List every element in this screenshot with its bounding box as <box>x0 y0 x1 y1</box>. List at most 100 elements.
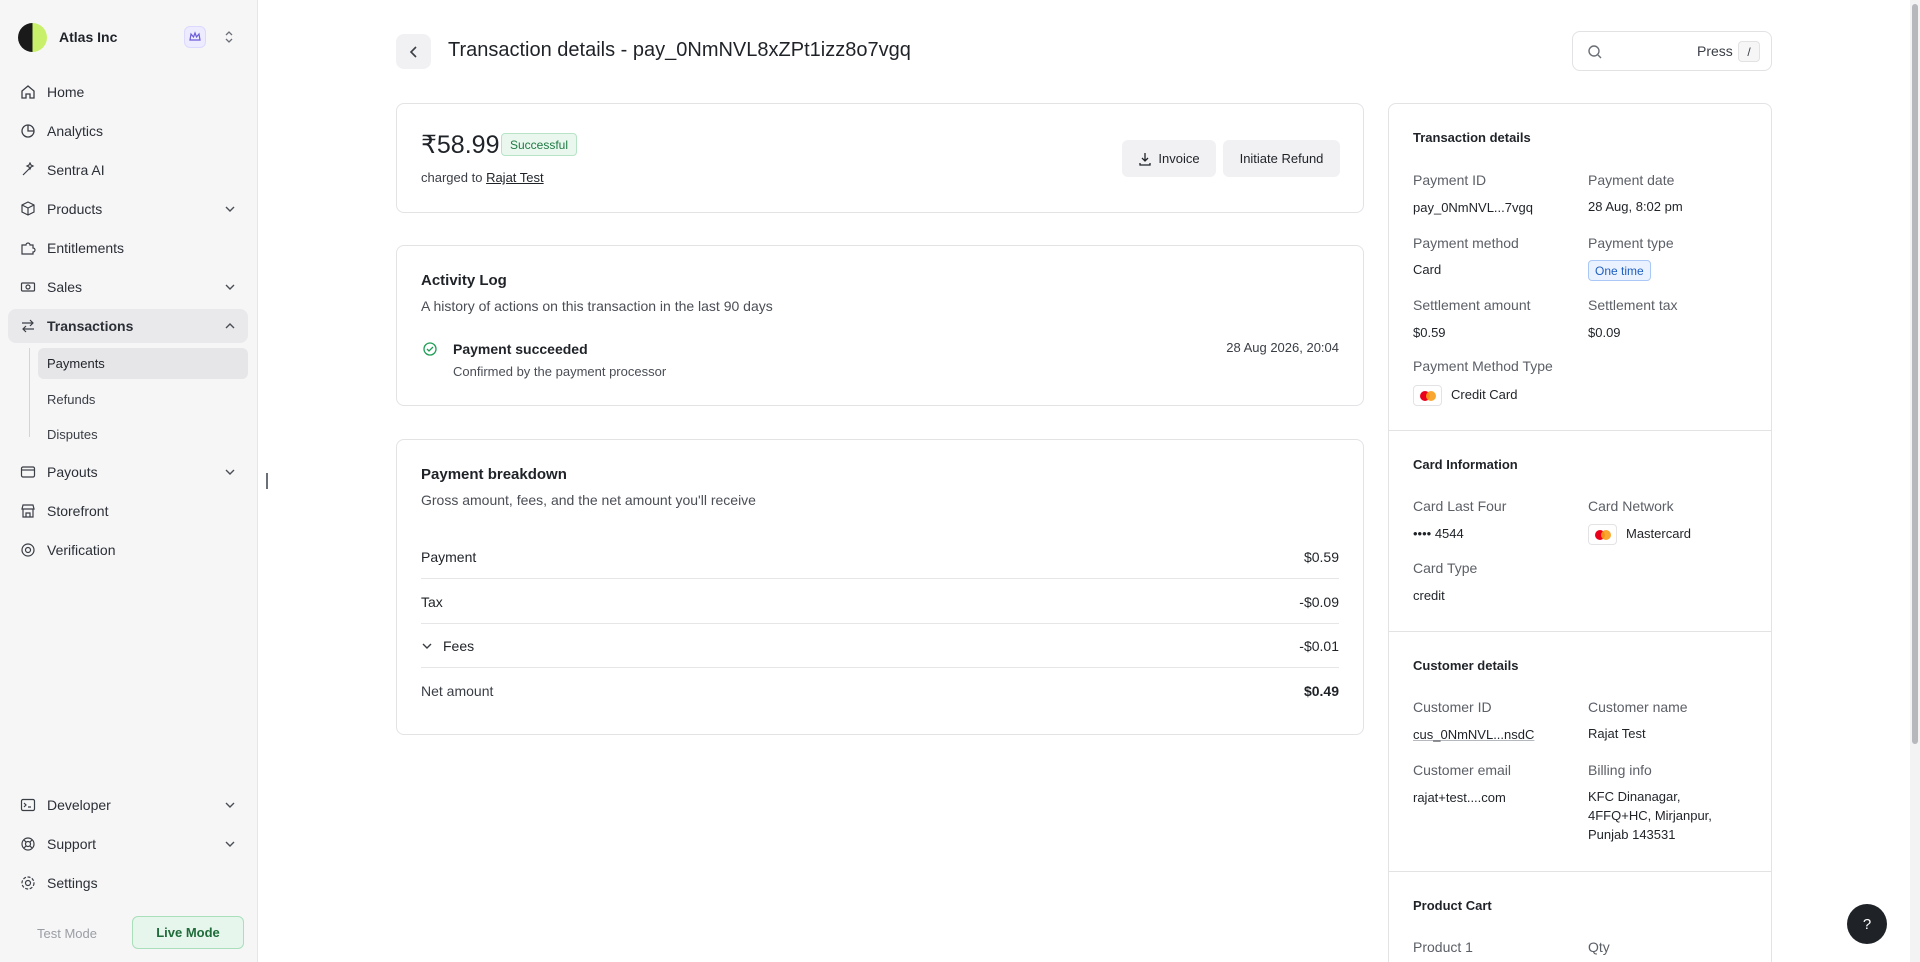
mastercard-icon <box>1413 385 1442 407</box>
sidebar-item-sales[interactable]: Sales <box>8 270 248 304</box>
billing-info-line: Punjab 143531 <box>1588 827 1676 842</box>
payment-method-type-label: Payment Method Type <box>1413 358 1553 374</box>
qty-label: Qty <box>1588 939 1610 955</box>
status-badge: Successful <box>501 133 578 156</box>
sidebar-item-support[interactable]: Support <box>8 827 248 861</box>
sidebar-item-label: Entitlements <box>47 240 125 256</box>
customer-name-value: Rajat Test <box>1588 726 1646 741</box>
sidebar-item-sentra-ai[interactable]: Sentra AI <box>8 153 248 187</box>
scrollbar-thumb[interactable] <box>1912 4 1918 744</box>
card-information-section: Card Information Card Last Four •••• 454… <box>1389 431 1771 632</box>
sidebar-item-label: Transactions <box>47 318 134 334</box>
org-name: Atlas Inc <box>59 29 118 45</box>
billing-info-line: KFC Dinanagar, <box>1588 789 1681 804</box>
chevron-left-icon <box>409 45 417 58</box>
activity-log-title: Activity Log <box>421 272 507 289</box>
charged-to: charged to Rajat Test <box>421 170 544 185</box>
sidebar-item-developer[interactable]: Developer <box>8 788 248 822</box>
org-switcher[interactable]: Atlas Inc <box>18 22 242 52</box>
fees-toggle[interactable]: Fees <box>421 638 474 654</box>
sidebar-subitem-payments[interactable]: Payments <box>38 348 248 379</box>
sidebar-item-payouts[interactable]: Payouts <box>8 455 248 489</box>
mode-toggle: Test Mode Live Mode <box>17 916 244 950</box>
home-icon <box>21 85 35 99</box>
sidebar-subitem-refunds[interactable]: Refunds <box>38 384 248 415</box>
customer-email-value: rajat+test....com <box>1413 790 1506 805</box>
verification-icon <box>21 543 35 557</box>
chevron-down-icon <box>225 802 235 808</box>
box-icon <box>21 201 35 216</box>
back-button[interactable] <box>396 34 431 69</box>
breakdown-row-fees[interactable]: Fees -$0.01 <box>421 624 1339 668</box>
card-last-four-label: Card Last Four <box>1413 498 1507 514</box>
breakdown-row-net: Net amount $0.49 <box>421 669 1339 713</box>
payment-id-label: Payment ID <box>1413 172 1487 188</box>
sidebar-item-home[interactable]: Home <box>8 75 248 109</box>
sidebar-item-verification[interactable]: Verification <box>8 533 248 567</box>
payment-method-value: Card <box>1413 262 1442 277</box>
settlement-tax-value: $0.09 <box>1588 325 1621 340</box>
payment-type-label: Payment type <box>1588 235 1674 251</box>
settlement-amount-value: $0.59 <box>1413 325 1446 340</box>
initiate-refund-button[interactable]: Initiate Refund <box>1223 140 1340 177</box>
sidebar-item-storefront[interactable]: Storefront <box>8 494 248 528</box>
chevron-down-icon <box>225 284 235 290</box>
test-mode-button[interactable]: Test Mode <box>17 916 117 950</box>
chevron-up-down-icon[interactable] <box>218 26 240 48</box>
settlement-tax-label: Settlement tax <box>1588 297 1678 313</box>
sidebar-item-label: Products <box>47 201 103 217</box>
sidebar-item-analytics[interactable]: Analytics <box>8 114 248 148</box>
live-mode-button[interactable]: Live Mode <box>132 916 244 949</box>
check-circle-icon <box>423 342 437 356</box>
customer-link[interactable]: Rajat Test <box>486 170 544 185</box>
row-label: Fees <box>443 637 475 654</box>
section-title: Product Cart <box>1413 898 1492 913</box>
sidebar-resize-handle[interactable] <box>266 473 268 489</box>
details-panel: Transaction details Payment ID pay_0NmNV… <box>1388 103 1772 962</box>
sidebar-item-label: Payouts <box>47 464 98 480</box>
sidebar-item-entitlements[interactable]: Entitlements <box>8 231 248 265</box>
breakdown-title: Payment breakdown <box>421 466 567 483</box>
search-icon <box>1588 45 1602 59</box>
sidebar-item-label: Sentra AI <box>47 162 105 178</box>
row-value: $0.49 <box>1303 683 1339 699</box>
search-shortcut-key: / <box>1738 41 1760 62</box>
transactions-icon <box>22 319 34 333</box>
page-scrollbar[interactable] <box>1910 0 1920 962</box>
payment-amount: ₹58.99 <box>421 131 500 159</box>
sidebar-item-transactions[interactable]: Transactions <box>8 309 248 343</box>
crown-icon[interactable] <box>184 26 206 48</box>
customer-id-value[interactable]: cus_0NmNVL...nsdC <box>1413 725 1534 744</box>
sidebar-item-label: Support <box>47 836 97 852</box>
sidebar-item-products[interactable]: Products <box>8 192 248 226</box>
billing-info-label: Billing info <box>1588 762 1652 778</box>
page-title: Transaction details - pay_0NmNVL8xZPt1iz… <box>448 39 911 61</box>
settlement-amount-label: Settlement amount <box>1413 297 1531 313</box>
sidebar-item-label: Sales <box>47 279 83 295</box>
payment-date-value: 28 Aug, 8:02 pm <box>1588 199 1683 214</box>
sidebar-subitem-disputes[interactable]: Disputes <box>38 419 248 450</box>
customer-name-label: Customer name <box>1588 699 1688 715</box>
payment-method-label: Payment method <box>1413 235 1519 251</box>
row-value: $0.59 <box>1303 548 1339 565</box>
payment-id-value[interactable]: pay_0NmNVL...7vgq <box>1413 198 1533 217</box>
card-network-label: Card Network <box>1588 498 1674 514</box>
row-value: -$0.01 <box>1299 637 1339 654</box>
chevron-down-icon <box>225 841 235 847</box>
sidebar-item-label: Home <box>47 84 85 100</box>
cash-icon <box>20 282 36 292</box>
log-entry-title: Payment succeeded <box>453 341 588 357</box>
chevron-down-icon <box>422 643 432 649</box>
org-logo <box>18 22 47 52</box>
download-icon <box>1139 152 1152 166</box>
terminal-icon <box>20 798 36 812</box>
invoice-button[interactable]: Invoice <box>1122 140 1216 177</box>
charged-prefix: charged to <box>421 170 483 185</box>
search-input[interactable]: Press / <box>1572 31 1772 71</box>
chevron-down-icon <box>225 206 235 212</box>
help-button[interactable]: ? <box>1847 904 1887 944</box>
transaction-details-section: Transaction details Payment ID pay_0NmNV… <box>1389 104 1771 431</box>
sidebar-item-settings[interactable]: Settings <box>8 866 248 900</box>
gear-icon <box>21 876 35 890</box>
payment-method-type-value: Credit Card <box>1413 385 1517 407</box>
